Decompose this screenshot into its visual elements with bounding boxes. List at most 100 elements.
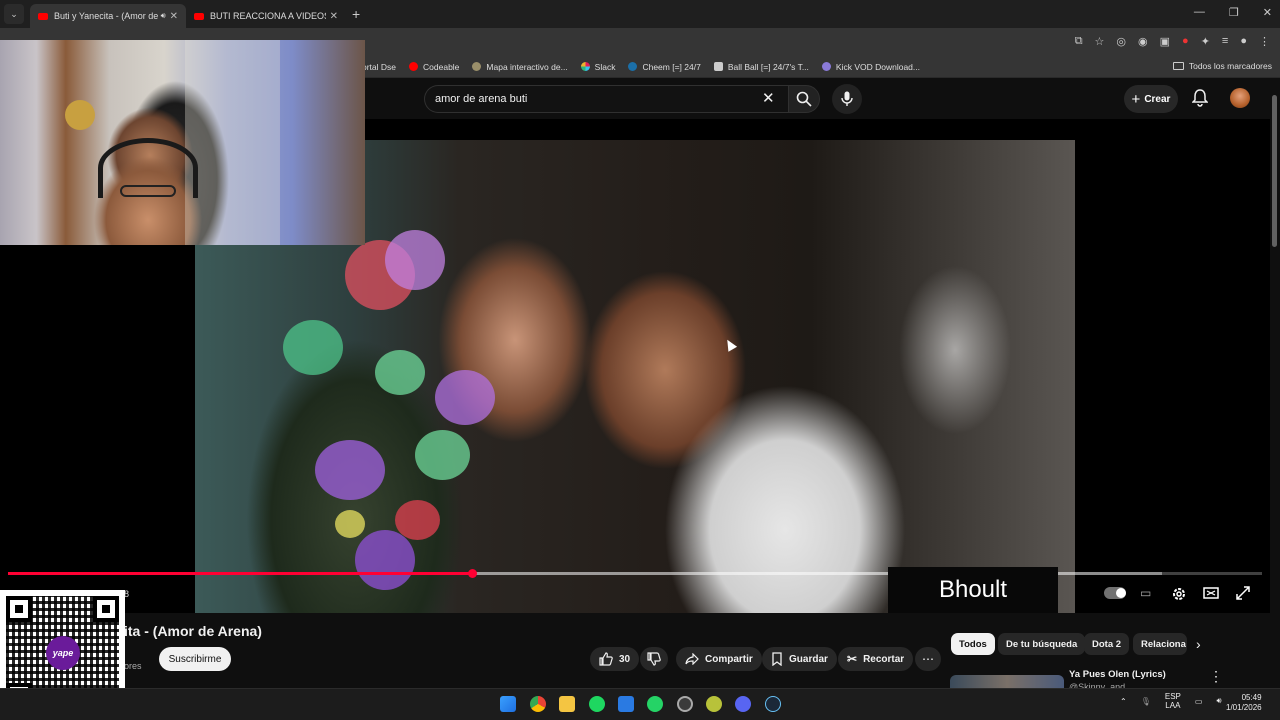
more-actions-button[interactable]: ⋯ — [915, 647, 941, 671]
extension-icon[interactable]: ▣ — [1160, 35, 1170, 48]
progress-scrubber[interactable] — [467, 569, 477, 578]
all-bookmarks[interactable]: Todos los marcadores — [1172, 61, 1272, 71]
save-button[interactable]: Guardar — [762, 647, 837, 671]
bookmark-slack[interactable]: Slack — [580, 62, 615, 72]
heart-overlay — [415, 430, 470, 480]
window-close-icon[interactable]: ✕ — [1263, 6, 1272, 19]
microphone-icon[interactable]: 🎙︎ — [1141, 697, 1151, 706]
ball-icon — [713, 62, 723, 71]
recommendation-title[interactable]: Ya Pues Olen (Lyrics) — [1069, 669, 1166, 680]
dislike-button[interactable] — [640, 647, 668, 671]
thumbs-down-icon — [647, 652, 661, 666]
file-explorer-icon[interactable] — [559, 696, 575, 712]
caption-overlay: Bhoult — [888, 567, 1058, 613]
close-tab-icon[interactable]: ✕ — [330, 11, 338, 22]
bookmark-portal[interactable]: ortal Dse — [362, 62, 396, 72]
bookmark-cheem[interactable]: Cheem [=] 24/7 — [628, 61, 701, 72]
new-tab-icon[interactable]: + — [352, 6, 360, 22]
subtitles-icon[interactable]: ▭ — [1140, 586, 1151, 600]
chip-from-search[interactable]: De tu búsqueda — [998, 633, 1086, 655]
tab-search-button[interactable]: ⌄ — [4, 4, 24, 24]
system-tray: ⌃ 🎙︎ ESP LAA ▭ 🔊︎ — [1120, 692, 1221, 710]
chip-related[interactable]: Relaciona — [1133, 633, 1187, 655]
kebab-menu-icon[interactable]: ⋮ — [1259, 35, 1270, 48]
curtain — [185, 40, 280, 245]
discord-icon[interactable] — [735, 696, 751, 712]
youtube-favicon-icon — [38, 12, 48, 20]
share-label: Compartir — [705, 653, 753, 665]
create-button[interactable]: + Crear — [1124, 85, 1178, 113]
maximize-icon[interactable]: ❐ — [1229, 6, 1239, 19]
chip-all[interactable]: Todos — [951, 633, 995, 655]
search-input[interactable]: amor de arena buti — [424, 85, 788, 113]
speaker-icon[interactable]: 🔊︎ — [161, 11, 166, 21]
bookmark-ballball[interactable]: Ball Ball [=] 24/7's T... — [713, 62, 809, 72]
chevron-right-icon[interactable]: › — [1196, 636, 1201, 652]
recommendation-thumbnail[interactable] — [950, 675, 1064, 689]
bookmark-icon — [772, 652, 782, 666]
profile-icon[interactable]: ● — [1240, 35, 1247, 48]
windows-start-icon[interactable] — [500, 696, 516, 712]
spotify-icon[interactable] — [589, 696, 605, 712]
like-count: 30 — [619, 653, 631, 665]
tab-active[interactable]: Buti y Yanecita - (Amor de A 🔊︎ ✕ — [30, 4, 186, 28]
minimize-icon[interactable]: — — [1194, 6, 1205, 19]
language-indicator[interactable]: ESP LAA — [1165, 692, 1181, 710]
fullscreen-icon[interactable] — [1236, 586, 1250, 600]
youtube-icon — [409, 62, 419, 71]
clear-search-icon[interactable]: ✕ — [762, 89, 775, 107]
account-avatar[interactable] — [1230, 88, 1250, 108]
extension-icon[interactable]: ◉ — [1138, 35, 1148, 48]
clip-button[interactable]: ✂ Recortar — [838, 647, 914, 671]
tab-list-icon[interactable]: ≡ — [1222, 35, 1228, 48]
star-icon[interactable]: ☆ — [1095, 35, 1105, 48]
heart-overlay — [395, 500, 440, 540]
kick-icon — [821, 62, 831, 71]
install-icon[interactable]: ⧉ — [1075, 35, 1083, 48]
progress-played — [8, 572, 472, 575]
extension-icon[interactable]: ◎ — [1116, 35, 1126, 48]
heart-overlay — [315, 440, 385, 500]
notifications-bell-icon[interactable] — [1192, 89, 1208, 107]
voice-search-button[interactable] — [832, 84, 862, 114]
bookmark-kick[interactable]: Kick VOD Download... — [821, 62, 920, 72]
clip-label: Recortar — [863, 653, 905, 665]
extension-icon[interactable]: ● — [1182, 35, 1189, 48]
search-button[interactable] — [788, 85, 820, 113]
bookmark-codeable[interactable]: Codeable — [409, 62, 459, 72]
clock[interactable]: 05:49 1/01/2026 — [1226, 693, 1262, 713]
app-icon[interactable] — [706, 696, 722, 712]
heart-overlay — [355, 530, 415, 590]
obs-icon[interactable] — [677, 696, 693, 712]
headset — [98, 138, 198, 198]
share-icon — [685, 653, 699, 665]
slack-icon — [580, 62, 590, 71]
scrollbar-thumb[interactable] — [1272, 95, 1277, 247]
chip-dota2[interactable]: Dota 2 — [1084, 633, 1130, 655]
settings-gear-icon[interactable] — [1171, 586, 1187, 602]
qr-finder — [93, 596, 119, 622]
tab-inactive[interactable]: BUTI REACCIONA A VIDEOS AN ✕ — [186, 4, 346, 28]
bookmark-mapa[interactable]: Mapa interactivo de... — [472, 62, 568, 72]
store-icon[interactable] — [618, 696, 634, 712]
bookmark-label: Cheem [=] 24/7 — [642, 61, 701, 72]
theater-mode-icon[interactable] — [1203, 586, 1219, 600]
chevron-up-icon[interactable]: ⌃ — [1120, 697, 1127, 706]
whatsapp-icon[interactable] — [647, 696, 663, 712]
heart-overlay — [375, 350, 425, 395]
yape-logo: yape — [46, 636, 80, 670]
kebab-menu-icon[interactable]: ⋮ — [1209, 668, 1223, 685]
steam-icon[interactable] — [765, 696, 781, 712]
like-button[interactable]: 30 — [590, 647, 640, 671]
subscribe-button[interactable]: Suscribirme — [159, 647, 231, 671]
bookmark-label: ortal Dse — [362, 61, 397, 72]
search-icon — [796, 91, 812, 107]
subscriber-count: ores — [124, 661, 142, 671]
network-icon[interactable]: ▭ — [1195, 697, 1203, 706]
volume-icon[interactable]: 🔊︎ — [1216, 696, 1221, 706]
close-tab-icon[interactable]: ✕ — [170, 11, 178, 22]
language-code: ESP — [1164, 692, 1181, 701]
share-button[interactable]: Compartir — [676, 647, 762, 671]
chrome-icon[interactable] — [530, 696, 546, 712]
puzzle-icon[interactable]: ✦ — [1201, 35, 1210, 48]
